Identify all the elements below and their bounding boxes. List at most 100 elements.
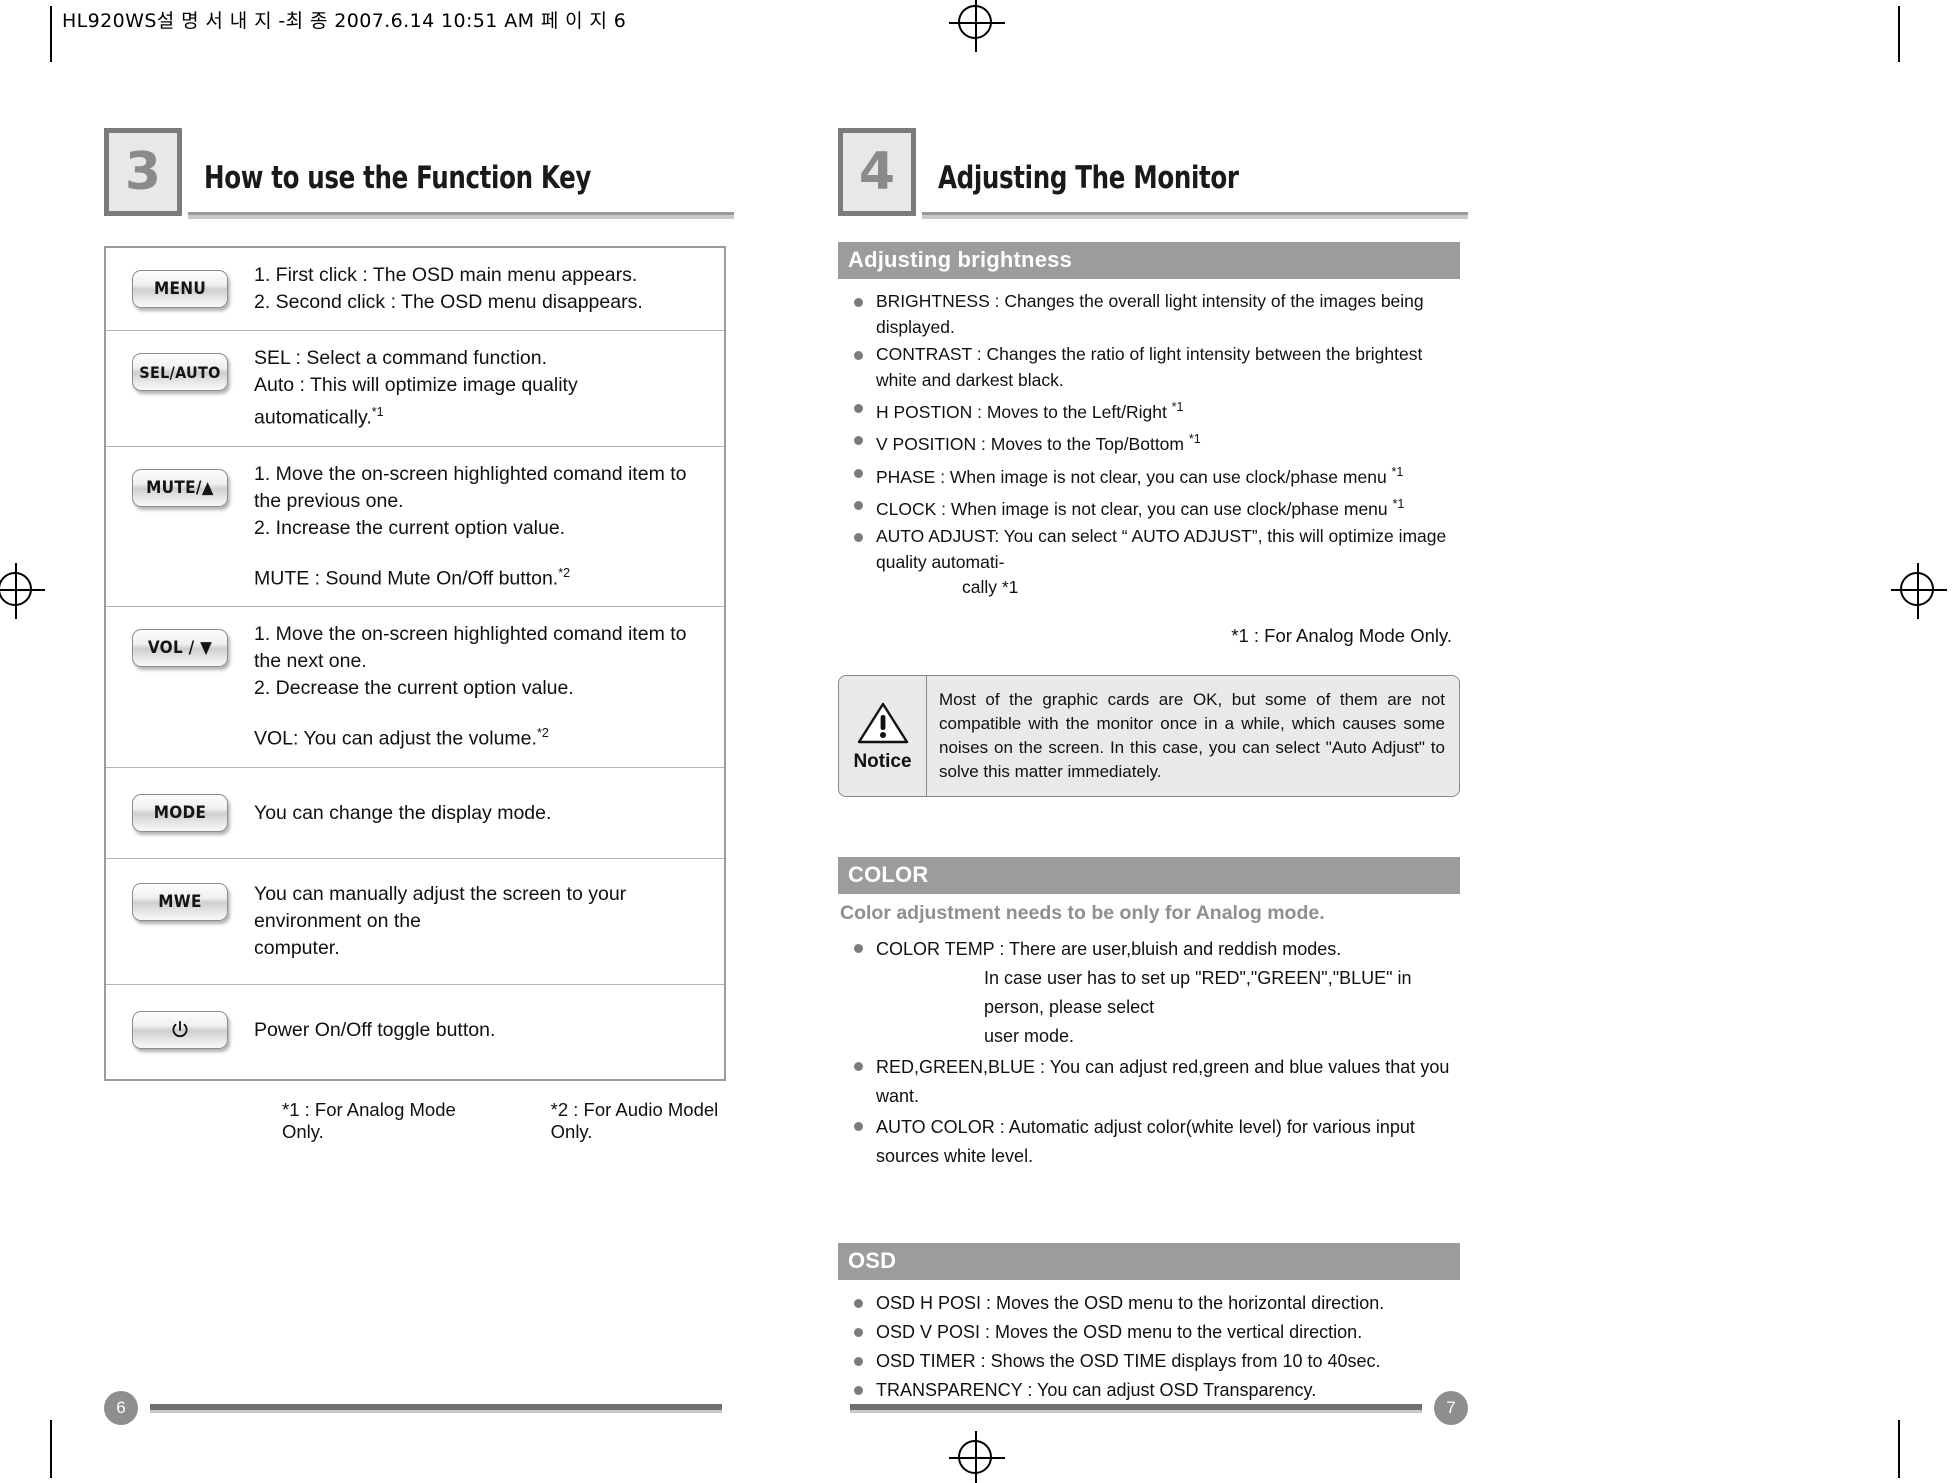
key-cell: MWE: [106, 881, 254, 921]
left-page-column: 3 How to use the Function Key MENU 1. Fi…: [104, 128, 734, 1143]
notice-label: Notice: [853, 750, 912, 772]
list-item: BRIGHTNESS : Changes the overall light i…: [850, 289, 1468, 340]
footnote-marker: *1: [1188, 432, 1201, 447]
notice-icon-cell: Notice: [839, 675, 927, 796]
crop-mark-right-top: [1898, 6, 1900, 62]
mode-key-button[interactable]: MODE: [132, 793, 228, 832]
footnote-audio: *2 : For Audio Model Only.: [550, 1098, 719, 1142]
item-text: CLOCK : When image is not clear, you can…: [876, 498, 1393, 519]
item-text: OSD V POSI : Moves the OSD menu to the v…: [876, 1321, 1363, 1342]
notice-text: Most of the graphic cards are OK, but so…: [939, 689, 1445, 781]
list-item: OSD H POSI : Moves the OSD menu to the h…: [850, 1290, 1468, 1317]
item-text: BRIGHTNESS : Changes the overall light i…: [876, 291, 1424, 337]
item-continuation: user mode.: [984, 1025, 1075, 1046]
desc-line: 2. Second click : The OSD menu disappear…: [254, 291, 643, 313]
key-description: 1. Move the on-screen highlighted comand…: [254, 621, 724, 753]
desc-text: VOL: You can adjust the volume.: [254, 727, 537, 750]
footnote-marker: *2: [558, 565, 571, 580]
page-number-badge: 7: [1434, 1391, 1468, 1425]
mute-up-key-button[interactable]: MUTE/▲: [132, 468, 228, 507]
desc-line: 2. Increase the current option value.: [254, 516, 566, 539]
table-row: SEL/AUTO SEL : Select a command function…: [106, 331, 724, 447]
right-section-header: 4 Adjusting The Monitor: [838, 128, 1468, 220]
key-description: SEL : Select a command function. Auto : …: [254, 345, 724, 432]
key-cell: MENU: [106, 262, 254, 308]
key-description: You can manually adjust the screen to yo…: [254, 881, 724, 962]
right-page-title: Adjusting The Monitor: [938, 160, 1239, 196]
item-text: RED,GREEN,BLUE : You can adjust red,gree…: [876, 1056, 1450, 1106]
key-description: 1. Move the on-screen highlighted comand…: [254, 461, 724, 593]
item-text: OSD TIMER : Shows the OSD TIME displays …: [876, 1350, 1381, 1371]
menu-key-button[interactable]: MENU: [132, 270, 228, 308]
desc-line: 1. Move the on-screen highlighted comand…: [254, 623, 687, 672]
document-page: HL920WS설 명 서 내 지 -최 종 2007.6.14 10:51 AM…: [0, 0, 1952, 1483]
table-row: VOL / ▼ 1. Move the on-screen highlighte…: [106, 607, 724, 768]
right-page-footer: 7: [838, 1391, 1468, 1425]
color-subheading: Color adjustment needs to be only for An…: [840, 901, 1325, 924]
item-text: V POSITION : Moves to the Top/Bottom: [876, 434, 1189, 455]
brightness-section-bar: Adjusting brightness: [838, 242, 1460, 279]
footer-rule: [850, 1403, 1422, 1413]
page-number-badge: 6: [104, 1391, 138, 1425]
footer-rule: [150, 1403, 722, 1413]
desc-text: Auto : This will optimize image quality …: [254, 374, 578, 429]
footnote-marker: *1: [1391, 464, 1404, 479]
desc-line: 1. First click : The OSD main menu appea…: [254, 264, 638, 286]
desc-line: 2. Decrease the current option value.: [254, 677, 574, 699]
item-text: AUTO COLOR : Automatic adjust color(whit…: [876, 1116, 1415, 1166]
left-header-rule-dark: [188, 212, 734, 215]
notice-box: Notice Most of the graphic cards are OK,…: [838, 674, 1460, 797]
table-row: MWE You can manually adjust the screen t…: [106, 859, 724, 985]
right-page-column: 4 Adjusting The Monitor Adjusting bright…: [838, 128, 1468, 1406]
item-text: H POSTION : Moves to the Left/Right: [876, 401, 1172, 422]
osd-bullet-list: OSD H POSI : Moves the OSD menu to the h…: [838, 1290, 1468, 1404]
osd-section-bar: OSD: [838, 1242, 1460, 1280]
crop-mark-left-top: [50, 6, 52, 62]
footnote-marker: *2: [536, 726, 549, 740]
list-item: PHASE : When image is not clear, you can…: [850, 460, 1468, 490]
list-item: CLOCK : When image is not clear, you can…: [850, 492, 1468, 522]
desc-line: Power On/Off toggle button.: [254, 1018, 496, 1041]
desc-line-extra: MUTE : Sound Mute On/Off button.*2: [254, 560, 712, 593]
desc-line: You can manually adjust the screen to yo…: [254, 882, 627, 932]
left-page-footer: 6: [104, 1391, 734, 1425]
function-key-table: MENU 1. First click : The OSD main menu …: [104, 246, 726, 1081]
brightness-analog-note: *1 : For Analog Mode Only.: [1231, 624, 1452, 646]
warning-triangle-icon: [857, 701, 909, 750]
crop-mark-right-bottom: [1898, 1420, 1900, 1478]
section-number-3: 3: [104, 128, 182, 216]
list-item: V POSITION : Moves to the Top/Bottom *1: [850, 427, 1468, 457]
sel-auto-key-button[interactable]: SEL/AUTO: [132, 353, 228, 391]
key-description: 1. First click : The OSD main menu appea…: [254, 262, 724, 316]
table-row: MUTE/▲ 1. Move the on-screen highlighted…: [106, 447, 724, 607]
brightness-bullet-list: BRIGHTNESS : Changes the overall light i…: [838, 289, 1468, 601]
desc-line: computer.: [254, 936, 340, 959]
key-description: You can change the display mode.: [254, 794, 724, 827]
item-continuation: cally *1: [962, 577, 1019, 598]
list-item: AUTO ADJUST: You can select “ AUTO ADJUS…: [850, 524, 1468, 601]
list-item: CONTRAST : Changes the ratio of light in…: [850, 342, 1468, 393]
vol-down-key-button[interactable]: VOL / ▼: [132, 629, 228, 667]
desc-line: 1. Move the on-screen highlighted comand…: [254, 462, 687, 512]
footnote-marker: *1: [1392, 496, 1405, 511]
list-item: OSD V POSI : Moves the OSD menu to the v…: [850, 1319, 1468, 1346]
footnote-marker: *1: [1171, 400, 1184, 414]
power-key-button[interactable]: [132, 1010, 228, 1049]
left-footnotes: *1 : For Analog Mode Only. *2 : For Audi…: [104, 1099, 734, 1143]
registration-mark-right: [1891, 563, 1947, 619]
footnote-marker: *1: [371, 405, 384, 419]
table-row: MENU 1. First click : The OSD main menu …: [106, 248, 724, 331]
key-cell: MUTE/▲: [106, 461, 254, 507]
desc-line: SEL : Select a command function.: [254, 347, 548, 369]
desc-line: You can change the display mode.: [254, 801, 552, 824]
left-page-title: How to use the Function Key: [204, 160, 592, 196]
mwe-key-button[interactable]: MWE: [132, 882, 228, 921]
key-cell: MODE: [106, 793, 254, 832]
key-cell: SEL/AUTO: [106, 345, 254, 391]
item-text: CONTRAST : Changes the ratio of light in…: [876, 344, 1423, 390]
list-item: COLOR TEMP : There are user,bluish and r…: [850, 935, 1468, 1051]
color-section-bar: COLOR: [838, 856, 1460, 894]
key-cell: [106, 1010, 254, 1049]
print-slug-line: HL920WS설 명 서 내 지 -최 종 2007.6.14 10:51 AM…: [62, 10, 627, 32]
desc-line: Auto : This will optimize image quality …: [254, 372, 712, 432]
